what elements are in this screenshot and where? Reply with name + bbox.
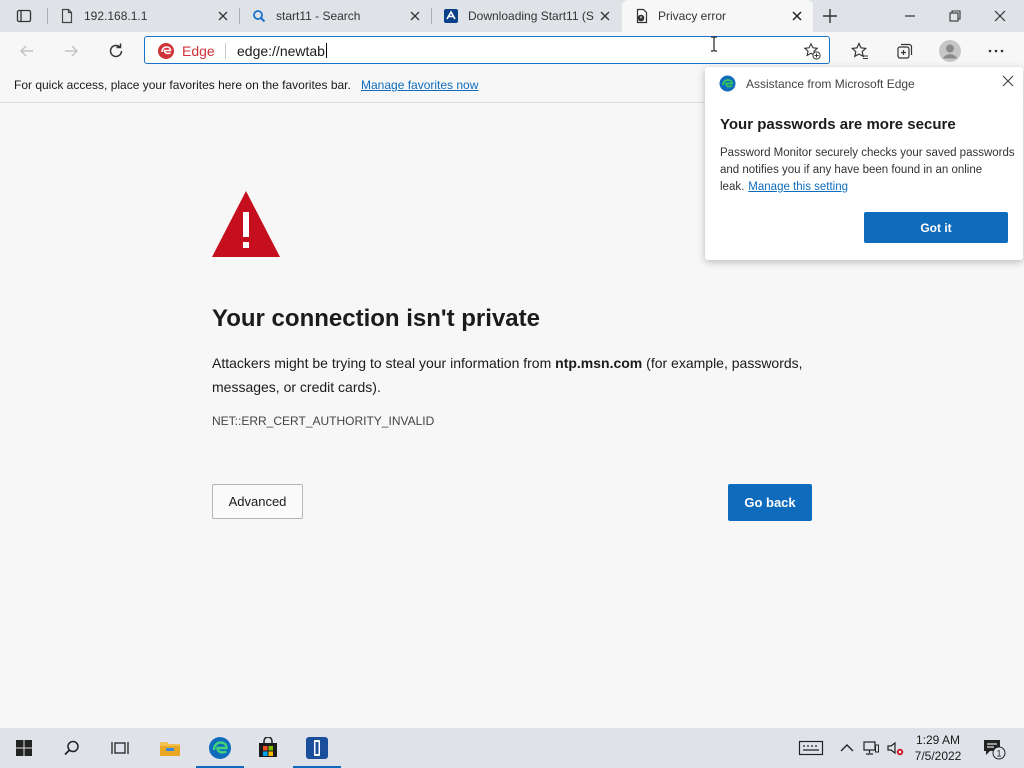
volume-muted-icon[interactable] bbox=[886, 739, 904, 757]
new-tab-icon[interactable] bbox=[820, 6, 840, 26]
edge-logo-icon bbox=[719, 75, 736, 92]
manage-setting-link[interactable]: Manage this setting bbox=[748, 181, 848, 193]
close-window-icon[interactable] bbox=[990, 6, 1010, 26]
advanced-button[interactable]: Advanced bbox=[212, 484, 303, 519]
forward-arrow-icon[interactable] bbox=[61, 41, 81, 61]
close-tab-icon[interactable] bbox=[597, 8, 613, 24]
tab-192-168-1-1[interactable]: 192.168.1.1 bbox=[47, 0, 239, 32]
collections-icon[interactable] bbox=[894, 41, 914, 61]
error-host: ntp.msn.com bbox=[555, 355, 643, 371]
tab-downloading-start11[interactable]: Downloading Start11 (S bbox=[431, 0, 623, 32]
error-description-start: Attackers might be trying to steal your … bbox=[212, 355, 556, 371]
not-secure-edge-icon[interactable] bbox=[157, 42, 175, 60]
tab-title: Downloading Start11 (S bbox=[468, 9, 594, 23]
url-text[interactable]: edge://newtab bbox=[237, 43, 327, 59]
flyout-body: Password Monitor securely checks your sa… bbox=[720, 145, 1016, 196]
favorites-icon[interactable] bbox=[850, 41, 870, 61]
go-back-button[interactable]: Go back bbox=[728, 484, 812, 521]
tab-actions-icon[interactable] bbox=[6, 4, 42, 28]
tab-title: Privacy error bbox=[658, 9, 727, 23]
privacy-error-icon bbox=[634, 8, 650, 24]
stardock-icon bbox=[443, 8, 459, 24]
text-cursor-icon bbox=[710, 36, 718, 52]
flyout-header: Assistance from Microsoft Edge bbox=[746, 77, 915, 91]
clock[interactable]: 1:29 AM 7/5/2022 bbox=[906, 732, 970, 764]
profile-avatar-icon[interactable] bbox=[938, 39, 962, 63]
url-value[interactable]: edge://newtab bbox=[237, 43, 325, 59]
favorites-bar-message: For quick access, place your favorites h… bbox=[14, 78, 351, 92]
start11-app-icon[interactable] bbox=[293, 728, 341, 768]
text-caret bbox=[325, 43, 327, 58]
warning-triangle-icon bbox=[211, 190, 281, 258]
search-icon bbox=[251, 8, 267, 24]
task-view-icon[interactable] bbox=[96, 728, 144, 768]
address-bar[interactable]: Edge edge://newtab bbox=[144, 36, 830, 64]
clock-date: 7/5/2022 bbox=[914, 749, 962, 763]
taskbar-search-icon[interactable] bbox=[48, 728, 96, 768]
notifications-icon[interactable]: 1 bbox=[982, 737, 1008, 761]
tab-start11-search[interactable]: start11 - Search bbox=[239, 0, 431, 32]
error-description: Attackers might be trying to steal your … bbox=[212, 351, 812, 399]
close-tab-icon[interactable] bbox=[407, 8, 423, 24]
file-explorer-icon[interactable] bbox=[146, 728, 194, 768]
tab-strip: 192.168.1.1 start11 - Search Downloading… bbox=[0, 0, 1024, 32]
tab-title: 192.168.1.1 bbox=[84, 9, 148, 23]
close-tab-icon[interactable] bbox=[215, 8, 231, 24]
back-arrow-icon[interactable] bbox=[17, 41, 37, 61]
tab-separator bbox=[239, 8, 240, 24]
manage-favorites-link[interactable]: Manage favorites now bbox=[361, 78, 478, 92]
error-title: Your connection isn't private bbox=[212, 305, 540, 332]
error-code: NET::ERR_CERT_AUTHORITY_INVALID bbox=[212, 414, 435, 428]
tab-separator bbox=[431, 8, 432, 24]
keyboard-icon[interactable] bbox=[798, 738, 824, 756]
notification-count: 1 bbox=[996, 749, 1001, 759]
close-flyout-icon[interactable] bbox=[1001, 74, 1015, 88]
taskbar: 1:29 AM 7/5/2022 1 bbox=[0, 728, 1024, 768]
minimize-icon[interactable] bbox=[900, 6, 920, 26]
edge-taskbar-icon[interactable] bbox=[196, 728, 244, 768]
tab-privacy-error[interactable]: Privacy error bbox=[622, 0, 813, 32]
assistance-flyout: Assistance from Microsoft Edge Your pass… bbox=[705, 67, 1023, 260]
tab-separator bbox=[47, 8, 48, 24]
store-icon[interactable] bbox=[244, 728, 292, 768]
clock-time: 1:29 AM bbox=[915, 733, 961, 747]
add-favorite-icon[interactable] bbox=[803, 42, 821, 60]
site-label: Edge bbox=[182, 43, 215, 59]
network-icon[interactable] bbox=[862, 739, 880, 757]
address-divider bbox=[225, 43, 226, 59]
close-tab-icon[interactable] bbox=[789, 8, 805, 24]
show-hidden-icons-icon[interactable] bbox=[838, 739, 856, 757]
start-button-icon[interactable] bbox=[0, 728, 48, 768]
refresh-icon[interactable] bbox=[106, 41, 126, 61]
tab-title: start11 - Search bbox=[276, 9, 361, 23]
toolbar: Edge edge://newtab bbox=[0, 32, 1024, 70]
got-it-button[interactable]: Got it bbox=[864, 212, 1008, 243]
settings-more-icon[interactable] bbox=[986, 41, 1006, 61]
restore-icon[interactable] bbox=[945, 6, 965, 26]
page-icon bbox=[59, 8, 75, 24]
flyout-title: Your passwords are more secure bbox=[720, 116, 956, 133]
